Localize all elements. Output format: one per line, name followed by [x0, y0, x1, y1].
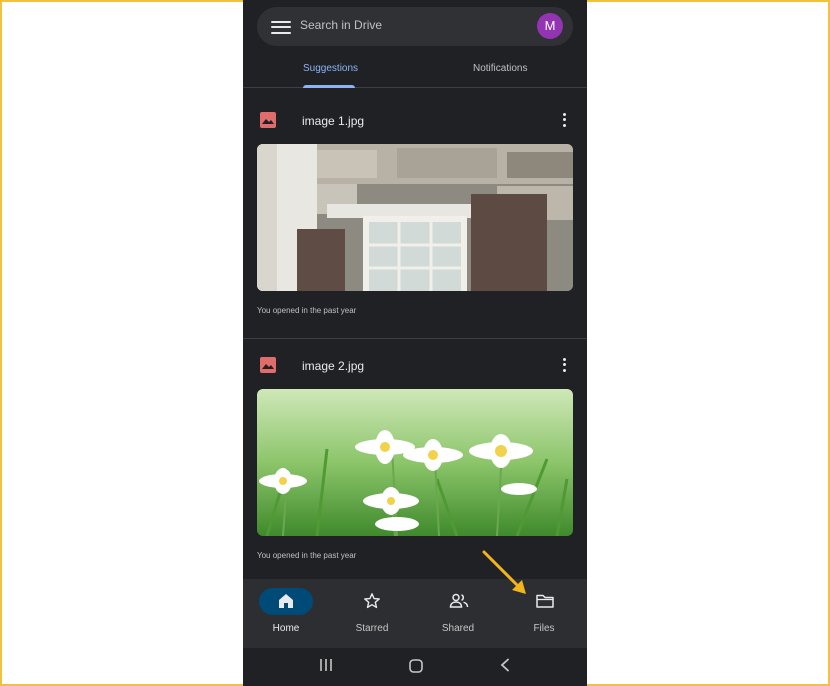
nav-label-shared: Shared — [441, 623, 475, 634]
tab-suggestions[interactable]: Suggestions — [303, 63, 358, 74]
nav-label-home: Home — [272, 623, 300, 634]
more-options-icon[interactable] — [561, 356, 567, 374]
search-bar[interactable]: Search in Drive M — [257, 7, 573, 46]
home-icon — [279, 594, 293, 608]
file-name: image 1.jpg — [302, 114, 365, 128]
folder-icon — [536, 594, 554, 608]
active-tab-indicator — [303, 85, 355, 88]
image-file-icon — [260, 112, 276, 128]
file-meta-text: You opened in the past year — [257, 551, 357, 560]
account-avatar[interactable]: M — [537, 13, 563, 39]
search-input[interactable]: Search in Drive — [300, 18, 382, 32]
bottom-navigation: Home Starred Shared Files — [243, 579, 587, 648]
more-options-icon[interactable] — [561, 111, 567, 129]
tab-bar: Suggestions Notifications — [243, 52, 587, 88]
file-thumbnail[interactable] — [257, 389, 573, 536]
tab-notifications[interactable]: Notifications — [473, 63, 527, 74]
drive-app-screen: Search in Drive M Suggestions Notificati… — [243, 0, 587, 686]
file-card[interactable]: image 2.jpg You opened in the past year — [243, 341, 587, 579]
star-icon — [364, 593, 380, 609]
hamburger-menu-icon[interactable] — [271, 18, 291, 35]
nav-label-starred: Starred — [355, 623, 389, 634]
nav-home[interactable]: Home — [243, 579, 329, 648]
annotation-arrow-icon — [482, 550, 526, 594]
people-icon — [449, 593, 469, 608]
image-file-icon — [260, 357, 276, 373]
system-navigation-bar — [243, 648, 587, 686]
nav-label-files: Files — [533, 623, 555, 634]
file-name: image 2.jpg — [302, 359, 365, 373]
back-icon[interactable] — [499, 658, 511, 672]
file-card[interactable]: image 1.jpg You opened in the past year — [243, 96, 587, 339]
file-thumbnail[interactable] — [257, 144, 573, 291]
home-button-icon[interactable] — [408, 658, 424, 674]
recent-apps-icon[interactable] — [319, 658, 333, 672]
file-meta-text: You opened in the past year — [257, 306, 357, 315]
nav-starred[interactable]: Starred — [329, 579, 415, 648]
